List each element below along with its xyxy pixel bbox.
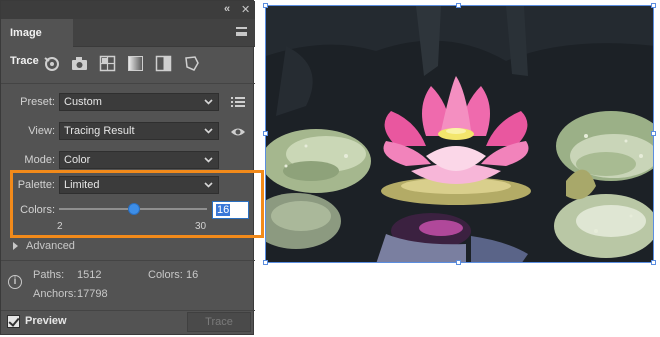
view-value: Tracing Result — [64, 125, 135, 137]
preview-label[interactable]: Preview — [25, 315, 67, 327]
stats-colors-label: Colors: — [148, 269, 183, 281]
mode-label: Mode: — [24, 154, 55, 166]
preset-dropdown[interactable]: Custom — [59, 93, 219, 111]
mode-value: Color — [64, 154, 91, 166]
advanced-disclosure[interactable]: Advanced — [13, 240, 75, 252]
selection-handle[interactable] — [651, 260, 656, 265]
info-icon: i — [8, 275, 22, 289]
low-color-grid-icon[interactable] — [99, 55, 116, 72]
chevron-down-icon — [204, 128, 213, 134]
panel-menu-icon[interactable] — [236, 27, 247, 36]
stats-colors-value: 16 — [186, 269, 199, 281]
auto-color-icon[interactable] — [43, 55, 60, 72]
divider — [1, 260, 255, 261]
panel-title-strip: « ✕ — [1, 1, 255, 19]
selection-handle[interactable] — [263, 131, 268, 136]
traced-image[interactable] — [265, 5, 654, 263]
eye-icon[interactable] — [230, 125, 246, 139]
image-trace-panel: « ✕ Image Trace Preset: Custom View: Tra… — [0, 0, 255, 335]
selection-handle[interactable] — [651, 131, 656, 136]
paths-label: Paths: — [33, 269, 65, 281]
palette-colors-highlight-box — [10, 170, 264, 238]
outline-icon[interactable] — [183, 55, 200, 72]
view-dropdown[interactable]: Tracing Result — [59, 122, 219, 140]
selection-handle[interactable] — [456, 3, 461, 8]
panel-tab-row: Image Trace — [1, 19, 255, 67]
black-and-white-icon[interactable] — [155, 55, 172, 72]
anchors-label: Anchors: — [33, 288, 77, 300]
selection-handle[interactable] — [263, 260, 268, 265]
preset-label: Preset: — [20, 96, 55, 108]
mode-dropdown[interactable]: Color — [59, 151, 219, 169]
preset-value: Custom — [64, 96, 102, 108]
divider — [1, 83, 255, 84]
disclosure-triangle-icon — [13, 242, 18, 251]
chevron-down-icon — [204, 157, 213, 163]
advanced-label: Advanced — [26, 240, 75, 252]
chevron-down-icon — [204, 99, 213, 105]
preview-checkbox[interactable] — [7, 315, 20, 328]
close-icon[interactable]: ✕ — [241, 3, 250, 16]
water-lily-traced-image — [266, 6, 653, 262]
tab-image-trace[interactable]: Image Trace — [1, 19, 73, 67]
trace-button[interactable]: Trace — [187, 312, 251, 332]
preset-icon-bar — [43, 55, 200, 75]
camera-icon[interactable] — [71, 55, 88, 72]
paths-value: 1512 — [77, 269, 102, 281]
anchors-value: 17798 — [77, 288, 108, 300]
view-label: View: — [28, 125, 55, 137]
collapse-icon[interactable]: « — [224, 3, 230, 15]
selection-handle[interactable] — [456, 260, 461, 265]
selection-handle[interactable] — [651, 3, 656, 8]
grayscale-icon[interactable] — [127, 55, 144, 72]
manage-presets-list-icon[interactable] — [231, 95, 247, 109]
selection-handle[interactable] — [263, 3, 268, 8]
